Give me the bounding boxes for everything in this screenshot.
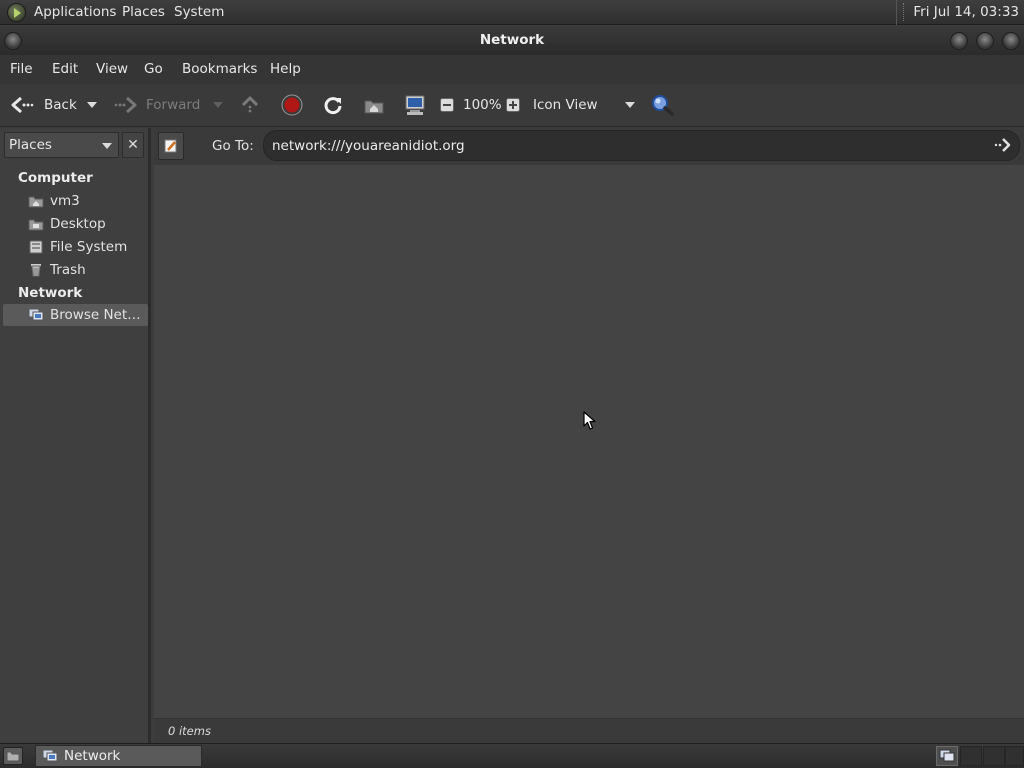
distro-logo-icon[interactable] [7, 3, 26, 22]
zoom-level[interactable]: 100% [463, 94, 502, 116]
forward-history-dropdown[interactable] [212, 94, 224, 116]
search-icon [652, 95, 674, 116]
back-label: Back [44, 97, 77, 113]
menu-bookmarks[interactable]: Bookmarks [182, 61, 257, 77]
applications-menu[interactable]: Applications [34, 4, 116, 20]
places-menu[interactable]: Places [122, 4, 165, 20]
drive-icon [29, 240, 43, 254]
clock-text: Fri Jul 14, 03:33 [913, 4, 1019, 20]
location-bar: Go To: [154, 128, 1024, 165]
sidebar-item-label: Trash [50, 262, 86, 278]
zoom-out-button[interactable] [440, 94, 454, 116]
sidebar-item-vm3[interactable]: vm3 [0, 190, 148, 212]
view-mode-label: Icon View [533, 97, 598, 113]
chevron-down-icon [102, 143, 112, 149]
close-sidebar-button[interactable]: ✕ [122, 132, 144, 158]
chevron-down-icon [625, 102, 635, 108]
forward-arrow-icon [114, 96, 137, 114]
pencil-icon [164, 139, 177, 153]
home-button[interactable] [363, 94, 385, 116]
go-to-label: Go To: [212, 138, 254, 154]
chevron-down-icon [87, 102, 97, 108]
sidebar-section-network: Network [18, 285, 83, 301]
up-arrow-icon [241, 96, 259, 113]
sidebar-item-label: vm3 [50, 193, 80, 209]
location-edit-toggle[interactable] [158, 132, 184, 160]
reload-icon [324, 97, 342, 115]
window-thumbnail-icon [939, 749, 955, 762]
search-button[interactable] [651, 94, 675, 116]
workspace-3[interactable] [983, 746, 1005, 766]
desktop-folder-icon [28, 219, 44, 231]
zoom-in-icon [506, 98, 520, 112]
show-desktop-icon [6, 751, 20, 762]
zoom-in-button[interactable] [506, 94, 520, 116]
bottom-panel: Network [0, 743, 1024, 768]
clock[interactable]: Fri Jul 14, 03:33 [896, 0, 1024, 25]
menubar: File Edit View Go Bookmarks Help [0, 55, 1024, 84]
sidebar-item-desktop[interactable]: Desktop [0, 213, 148, 235]
sidebar-item-label: Browse Net… [50, 307, 141, 323]
menu-help[interactable]: Help [270, 61, 301, 77]
sidebar-item-browse-network[interactable]: Browse Net… [3, 304, 148, 326]
trash-icon [31, 264, 41, 277]
menu-edit[interactable]: Edit [52, 61, 78, 77]
forward-label: Forward [146, 97, 201, 113]
file-view-pane[interactable] [154, 165, 1024, 718]
zoom-out-icon [440, 98, 454, 112]
workspace-4[interactable] [1005, 746, 1024, 766]
reload-button[interactable] [322, 94, 344, 116]
show-desktop-button[interactable] [3, 747, 23, 765]
back-arrow-icon [11, 96, 34, 114]
sidebar-item-label: Desktop [50, 216, 106, 232]
home-folder-icon [364, 100, 384, 114]
menu-file[interactable]: File [10, 61, 33, 77]
chevron-down-icon [213, 102, 223, 108]
network-icon [42, 749, 58, 762]
stop-button[interactable] [281, 94, 303, 116]
sidebar-item-file-system[interactable]: File System [0, 236, 148, 258]
panel-separator [903, 3, 905, 21]
close-window-button[interactable] [1002, 32, 1020, 50]
location-input[interactable] [263, 130, 1020, 161]
taskbar-item-label: Network [64, 748, 121, 764]
top-panel: Applications Places System Fri Jul 14, 0… [0, 0, 1024, 25]
mouse-pointer-icon [583, 411, 596, 430]
up-button[interactable] [240, 94, 260, 116]
sidebar-item-trash[interactable]: Trash [0, 259, 148, 281]
maximize-button[interactable] [976, 32, 994, 50]
workspace-1[interactable] [936, 746, 958, 766]
window-menu-button[interactable] [4, 32, 22, 50]
taskbar-item-network[interactable]: Network [35, 745, 202, 767]
computer-button[interactable] [404, 94, 426, 116]
window-title: Network [479, 32, 545, 48]
computer-icon [405, 95, 425, 115]
toolbar: Back Forward 100% Icon View [0, 84, 1024, 127]
view-mode-select[interactable]: Icon View [533, 94, 637, 116]
back-history-dropdown[interactable] [86, 94, 98, 116]
go-arrow-icon[interactable] [994, 136, 1012, 154]
sidebar-section-computer: Computer [18, 170, 93, 186]
network-icon [28, 308, 44, 321]
menu-view[interactable]: View [96, 61, 128, 77]
stop-icon [281, 94, 303, 116]
home-folder-icon [28, 196, 44, 208]
window-titlebar[interactable]: Network [0, 26, 1024, 55]
item-count: 0 items [168, 724, 211, 738]
sidebar-type-label: Places [9, 137, 52, 153]
forward-button[interactable]: Forward [114, 94, 200, 116]
sidebar: Places ✕ Computer vm3 Desktop File Syste… [0, 128, 151, 743]
minimize-button[interactable] [950, 32, 968, 50]
statusbar: 0 items [154, 718, 1024, 743]
sidebar-item-label: File System [50, 239, 128, 255]
sidebar-type-select[interactable]: Places [4, 132, 119, 158]
workspace-2[interactable] [960, 746, 982, 766]
menu-go[interactable]: Go [144, 61, 163, 77]
system-menu[interactable]: System [174, 4, 224, 20]
back-button[interactable]: Back [10, 94, 77, 116]
